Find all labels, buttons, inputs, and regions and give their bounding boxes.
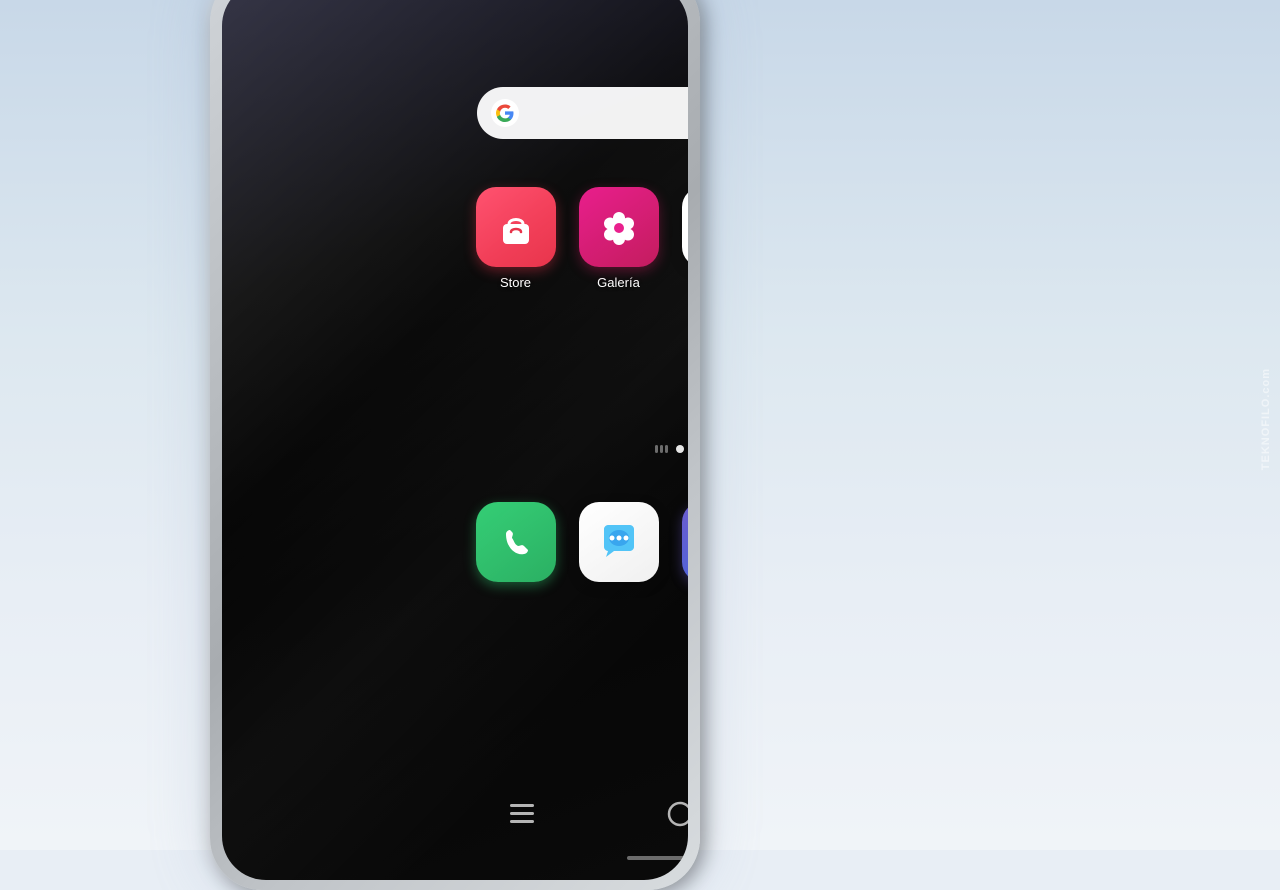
google-g-logo bbox=[491, 99, 519, 127]
phone-icon-svg bbox=[496, 522, 536, 562]
playstore-app[interactable]: 1 Play Store bbox=[676, 187, 688, 290]
app-grid-top: Store Galería bbox=[470, 187, 688, 290]
playstore-icon: 1 bbox=[682, 187, 689, 267]
home-button[interactable] bbox=[647, 793, 688, 841]
page-indicators bbox=[444, 445, 688, 453]
store-app[interactable]: Store bbox=[470, 187, 561, 290]
messages-icon-svg bbox=[596, 519, 642, 565]
internet-app[interactable] bbox=[676, 502, 688, 582]
dot-bar-2 bbox=[660, 445, 663, 453]
home-icon bbox=[667, 801, 688, 827]
google-search-bar[interactable] bbox=[477, 87, 688, 139]
page-dot-bars bbox=[655, 445, 668, 453]
gallery-app[interactable]: Galería bbox=[573, 187, 664, 290]
nav-indicator bbox=[444, 856, 688, 860]
gallery-label: Galería bbox=[597, 275, 640, 290]
recent-apps-button[interactable] bbox=[490, 796, 554, 838]
nav-pill bbox=[627, 856, 688, 860]
app-grid-bottom bbox=[470, 502, 688, 582]
store-label: Store bbox=[500, 275, 531, 290]
phone-icon bbox=[476, 502, 556, 582]
internet-icon bbox=[682, 502, 689, 582]
phone-app[interactable] bbox=[470, 502, 561, 582]
gallery-icon-svg bbox=[596, 204, 642, 250]
page-dot-1[interactable] bbox=[676, 445, 684, 453]
gallery-icon bbox=[579, 187, 659, 267]
phone-screen: Store Galería bbox=[222, 0, 688, 880]
dot-bar-1 bbox=[655, 445, 658, 453]
store-icon-svg bbox=[493, 204, 539, 250]
watermark: TEKNOFILO.com bbox=[1260, 368, 1272, 470]
store-icon bbox=[476, 187, 556, 267]
messages-icon bbox=[579, 502, 659, 582]
dot-bar-3 bbox=[665, 445, 668, 453]
recent-apps-icon bbox=[510, 804, 534, 824]
navigation-bar bbox=[444, 789, 688, 845]
messages-app[interactable] bbox=[573, 502, 664, 582]
